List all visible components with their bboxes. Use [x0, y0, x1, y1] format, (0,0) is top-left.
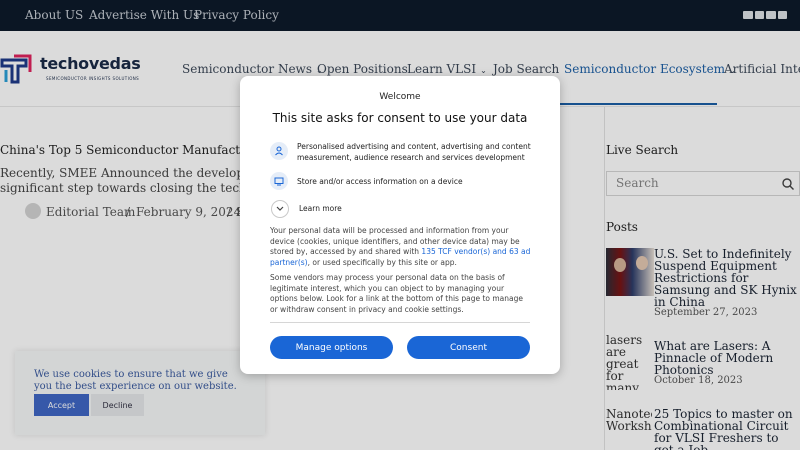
learn-more-toggle[interactable] [271, 200, 289, 218]
consent-button[interactable]: Consent [407, 336, 530, 359]
consent-dialog: Welcome This site asks for consent to us… [240, 76, 560, 374]
chevron-down-icon [276, 206, 284, 211]
learn-more-label[interactable]: Learn more [299, 204, 342, 213]
dialog-title: This site asks for consent to use your d… [272, 111, 528, 125]
purpose-text: Store and/or access information on a dev… [297, 177, 463, 186]
consent-paragraph: Some vendors may process your personal d… [270, 273, 524, 314]
dialog-divider [270, 322, 530, 323]
dialog-welcome: Welcome [379, 92, 421, 102]
device-icon [270, 172, 288, 190]
purpose-text: Personalised advertising and content, ad… [297, 142, 531, 162]
manage-options-button[interactable]: Manage options [270, 336, 393, 359]
person-icon [270, 142, 288, 160]
paragraph-text: , or used specifically by this site or a… [307, 257, 457, 267]
consent-paragraph: Your personal data will be processed and… [270, 226, 532, 268]
